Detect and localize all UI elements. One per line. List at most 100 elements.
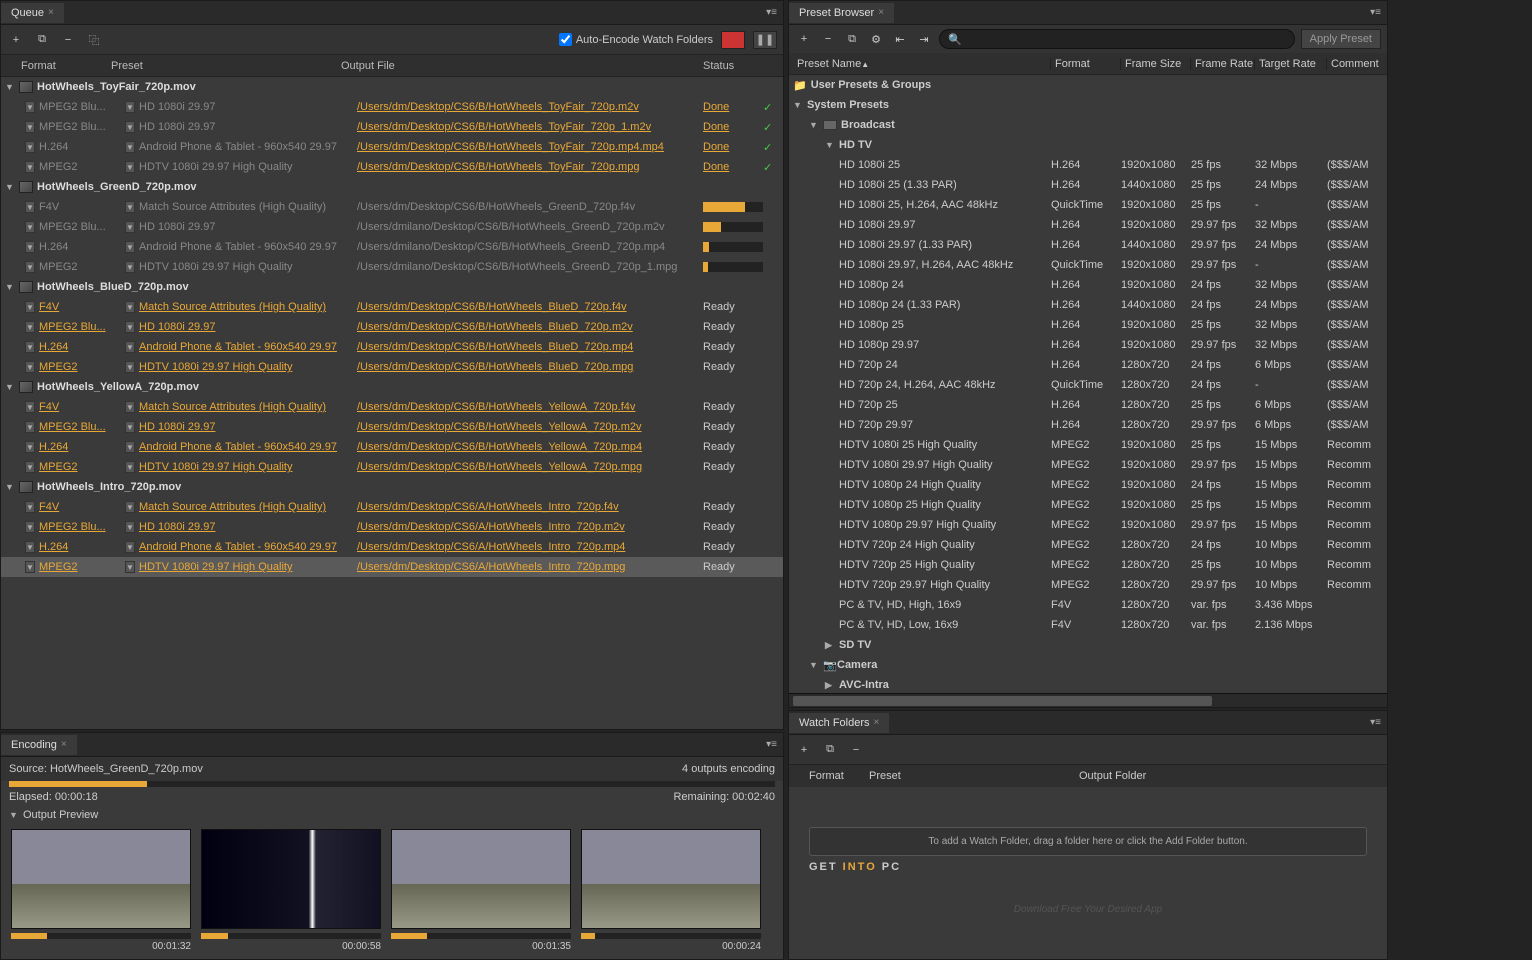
start-queue-button[interactable]	[721, 31, 745, 49]
close-icon[interactable]: ×	[874, 717, 880, 728]
disclosure-icon[interactable]: ▼	[5, 382, 15, 392]
format-dropdown[interactable]: ▼	[25, 241, 35, 253]
preset-dropdown[interactable]: ▼	[125, 501, 135, 513]
output-cell[interactable]: /Users/dm/Desktop/CS6/B/HotWheels_ToyFai…	[357, 121, 703, 133]
format-cell[interactable]: F4V	[39, 301, 125, 313]
watch-body[interactable]: GET INTO PC To add a Watch Folder, drag …	[789, 787, 1387, 959]
pause-queue-button[interactable]: ❚❚	[753, 31, 777, 49]
preset-dropdown[interactable]: ▼	[125, 441, 135, 453]
format-cell[interactable]: MPEG2	[39, 261, 125, 273]
preset-row[interactable]: HD 1080i 29.97H.2641920x108029.97 fps32 …	[789, 215, 1387, 235]
preset-dropdown[interactable]: ▼	[125, 341, 135, 353]
disclosure-icon[interactable]: ▼	[9, 810, 19, 820]
close-icon[interactable]: ×	[878, 7, 884, 18]
format-dropdown[interactable]: ▼	[25, 521, 35, 533]
format-cell[interactable]: MPEG2 Blu...	[39, 101, 125, 113]
output-cell[interactable]: /Users/dm/Desktop/CS6/B/HotWheels_Yellow…	[357, 421, 703, 433]
format-dropdown[interactable]: ▼	[25, 101, 35, 113]
format-dropdown[interactable]: ▼	[25, 121, 35, 133]
header-preset-name[interactable]: Preset Name▲	[789, 58, 1051, 70]
preset-row[interactable]: PC & TV, HD, Low, 16x9F4V1280x720var. fp…	[789, 615, 1387, 635]
header-preset[interactable]: Preset	[111, 60, 341, 72]
close-icon[interactable]: ×	[61, 739, 67, 750]
queue-group-row[interactable]: ▼HotWheels_YellowA_720p.mov	[1, 377, 783, 397]
format-cell[interactable]: MPEG2 Blu...	[39, 121, 125, 133]
preset-cell[interactable]: Android Phone & Tablet - 960x540 29.97	[139, 141, 357, 153]
output-cell[interactable]: /Users/dm/Desktop/CS6/A/HotWheels_Intro_…	[357, 541, 703, 553]
queue-tab[interactable]: Queue×	[1, 3, 64, 23]
preset-row[interactable]: HD 720p 24H.2641280x72024 fps6 Mbps($$$/…	[789, 355, 1387, 375]
format-dropdown[interactable]: ▼	[25, 401, 35, 413]
header-frame-size[interactable]: Frame Size	[1121, 58, 1191, 70]
queue-item-row[interactable]: ▼MPEG2 Blu...▼HD 1080i 29.97/Users/dm/De…	[1, 317, 783, 337]
output-cell[interactable]: /Users/dm/Desktop/CS6/A/HotWheels_Intro_…	[357, 501, 703, 513]
preset-cell[interactable]: HD 1080i 29.97	[139, 121, 357, 133]
queue-item-row[interactable]: ▼MPEG2▼HDTV 1080i 29.97 High Quality/Use…	[1, 457, 783, 477]
preset-row[interactable]: HDTV 720p 24 High QualityMPEG21280x72024…	[789, 535, 1387, 555]
queue-item-row[interactable]: ▼MPEG2▼HDTV 1080i 29.97 High Quality/Use…	[1, 357, 783, 377]
preset-dropdown[interactable]: ▼	[125, 521, 135, 533]
preset-dropdown[interactable]: ▼	[125, 121, 135, 133]
panel-menu-icon[interactable]: ▾≡	[1370, 7, 1381, 18]
preset-row[interactable]: HDTV 1080p 29.97 High QualityMPEG21920x1…	[789, 515, 1387, 535]
preset-row[interactable]: HD 720p 29.97H.2641280x72029.97 fps6 Mbp…	[789, 415, 1387, 435]
preset-dropdown[interactable]: ▼	[125, 401, 135, 413]
output-cell[interactable]: /Users/dm/Desktop/CS6/B/HotWheels_ToyFai…	[357, 141, 703, 153]
preset-row[interactable]: PC & TV, HD, High, 16x9F4V1280x720var. f…	[789, 595, 1387, 615]
preset-cell[interactable]: HD 1080i 29.97	[139, 101, 357, 113]
preset-cell[interactable]: HD 1080i 29.97	[139, 421, 357, 433]
panel-menu-icon[interactable]: ▾≡	[1370, 717, 1381, 728]
preset-dropdown[interactable]: ▼	[125, 141, 135, 153]
output-cell[interactable]: /Users/dm/Desktop/CS6/A/HotWheels_Intro_…	[357, 521, 703, 533]
queue-item-row[interactable]: ▼MPEG2 Blu...▼HD 1080i 29.97/Users/dm/De…	[1, 97, 783, 117]
remove-preset-button[interactable]: −	[819, 30, 837, 48]
import-button[interactable]: ⇤	[891, 30, 909, 48]
header-output[interactable]: Output File	[341, 60, 703, 72]
header-format[interactable]: Format	[1051, 58, 1121, 70]
output-cell[interactable]: /Users/dm/Desktop/CS6/B/HotWheels_Yellow…	[357, 441, 703, 453]
preset-dropdown[interactable]: ▼	[125, 161, 135, 173]
disclosure-icon[interactable]: ▼	[809, 120, 819, 130]
export-button[interactable]: ⇥	[915, 30, 933, 48]
format-cell[interactable]: MPEG2 Blu...	[39, 221, 125, 233]
preset-cell[interactable]: HD 1080i 29.97	[139, 221, 357, 233]
disclosure-icon[interactable]: ▼	[5, 182, 15, 192]
remove-button[interactable]: −	[59, 31, 77, 49]
format-dropdown[interactable]: ▼	[25, 441, 35, 453]
apply-preset-button[interactable]: Apply Preset	[1301, 29, 1381, 49]
panel-menu-icon[interactable]: ▾≡	[766, 739, 777, 750]
output-cell[interactable]: /Users/dm/Desktop/CS6/B/HotWheels_Yellow…	[357, 401, 703, 413]
preset-row[interactable]: HD 1080i 29.97 (1.33 PAR)H.2641440x10802…	[789, 235, 1387, 255]
preset-dropdown[interactable]: ▼	[125, 261, 135, 273]
output-cell[interactable]: /Users/dm/Desktop/CS6/B/HotWheels_BlueD_…	[357, 301, 703, 313]
format-dropdown[interactable]: ▼	[25, 461, 35, 473]
format-cell[interactable]: H.264	[39, 541, 125, 553]
queue-item-row[interactable]: ▼H.264▼Android Phone & Tablet - 960x540 …	[1, 437, 783, 457]
format-dropdown[interactable]: ▼	[25, 301, 35, 313]
format-cell[interactable]: F4V	[39, 201, 125, 213]
queue-item-row[interactable]: ▼F4V▼Match Source Attributes (High Quali…	[1, 397, 783, 417]
hdtv-group[interactable]: ▼HD TV	[789, 135, 1387, 155]
preset-dropdown[interactable]: ▼	[125, 421, 135, 433]
format-dropdown[interactable]: ▼	[25, 501, 35, 513]
format-dropdown[interactable]: ▼	[25, 261, 35, 273]
output-cell[interactable]: /Users/dm/Desktop/CS6/B/HotWheels_Yellow…	[357, 461, 703, 473]
format-cell[interactable]: MPEG2	[39, 461, 125, 473]
disclosure-icon[interactable]: ▼	[825, 140, 835, 150]
preset-dropdown[interactable]: ▼	[125, 101, 135, 113]
preset-row[interactable]: HDTV 1080i 29.97 High QualityMPEG21920x1…	[789, 455, 1387, 475]
output-cell[interactable]: /Users/dmilano/Desktop/CS6/B/HotWheels_G…	[357, 241, 703, 253]
preset-dropdown[interactable]: ▼	[125, 461, 135, 473]
add-button[interactable]: +	[7, 31, 25, 49]
header-output-folder[interactable]: Output Folder	[1079, 770, 1387, 782]
preset-row[interactable]: HDTV 720p 25 High QualityMPEG21280x72025…	[789, 555, 1387, 575]
format-cell[interactable]: MPEG2	[39, 561, 125, 573]
queue-item-row[interactable]: ▼MPEG2▼HDTV 1080i 29.97 High Quality/Use…	[1, 257, 783, 277]
preset-cell[interactable]: Match Source Attributes (High Quality)	[139, 301, 357, 313]
output-cell[interactable]: /Users/dm/Desktop/CS6/B/HotWheels_BlueD_…	[357, 361, 703, 373]
preset-cell[interactable]: HDTV 1080i 29.97 High Quality	[139, 461, 357, 473]
preset-row[interactable]: HD 1080p 25H.2641920x108025 fps32 Mbps($…	[789, 315, 1387, 335]
queue-item-row[interactable]: ▼MPEG2▼HDTV 1080i 29.97 High Quality/Use…	[1, 557, 783, 577]
preset-cell[interactable]: Android Phone & Tablet - 960x540 29.97	[139, 241, 357, 253]
preset-row[interactable]: HD 720p 25H.2641280x72025 fps6 Mbps($$$/…	[789, 395, 1387, 415]
